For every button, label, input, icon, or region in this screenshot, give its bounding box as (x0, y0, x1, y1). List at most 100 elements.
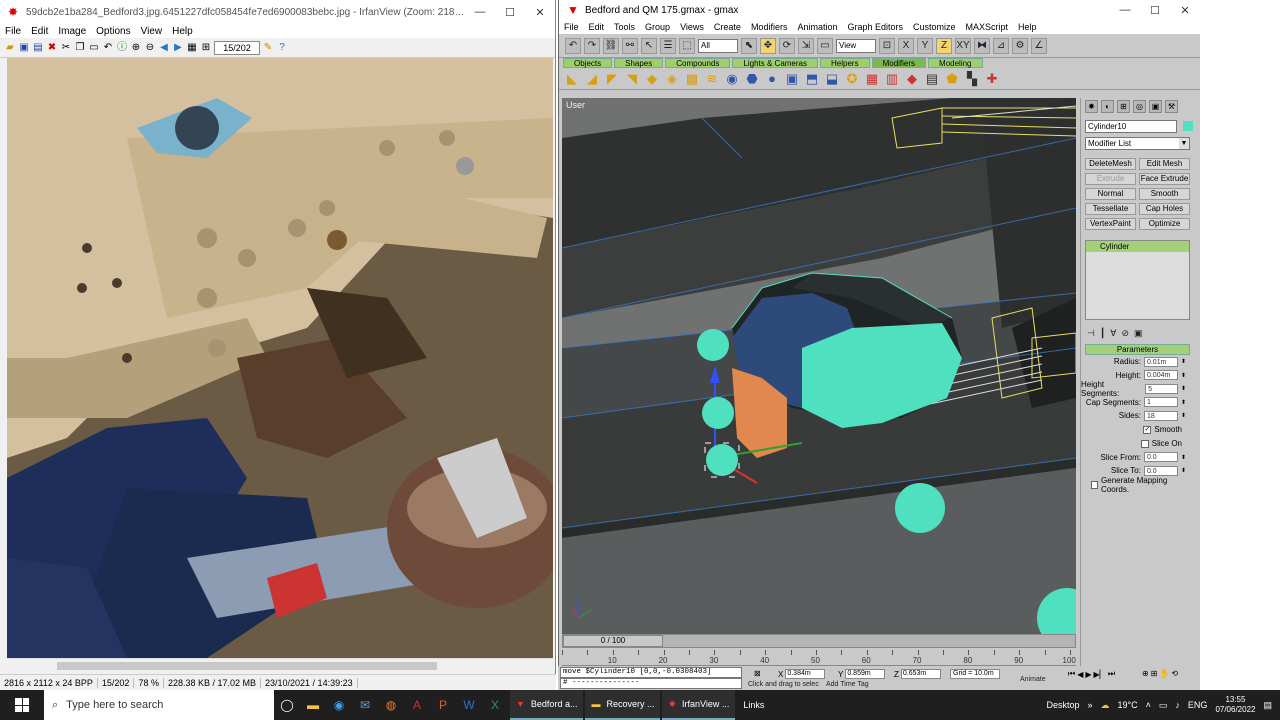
taskbar-window-irfanview[interactable]: ✸ IrfanView ... (662, 690, 736, 720)
configure-sets-icon[interactable]: ▣ (1134, 328, 1143, 338)
menu-edit[interactable]: Edit (26, 26, 53, 37)
cap-holes-button[interactable]: Cap Holes (1139, 203, 1190, 215)
mesh-select-icon[interactable]: ⬣ (745, 71, 759, 86)
gmax-menu-tools[interactable]: Tools (609, 22, 640, 32)
angle-snap-icon[interactable]: ∠ (1031, 37, 1047, 54)
checker-icon[interactable]: ▚ (965, 71, 979, 86)
settings-icon[interactable]: ✎ (262, 42, 274, 54)
select-icon[interactable]: ↖ (641, 37, 657, 54)
gen-mapping-checkbox[interactable] (1091, 480, 1099, 489)
selection-filter-dropdown[interactable]: All (698, 38, 738, 53)
cap-segments-spinner-icon[interactable]: ⬍ (1181, 399, 1186, 406)
height-spinner-icon[interactable]: ⬍ (1181, 372, 1186, 379)
horizontal-scrollbar[interactable] (7, 658, 553, 672)
redo-icon[interactable]: ↷ (584, 37, 600, 54)
twist-icon[interactable]: ◤ (605, 71, 619, 86)
undo-icon[interactable]: ↶ (565, 37, 581, 54)
region-select-icon[interactable]: ⬚ (679, 37, 695, 54)
lathe-icon[interactable]: ⬓ (825, 71, 839, 86)
tessellate-icon[interactable]: ▦ (865, 71, 879, 86)
minimize-button[interactable]: — (465, 6, 495, 18)
excel-icon[interactable]: X (482, 690, 508, 720)
tray-chevron-up-icon[interactable]: ˄ (1146, 700, 1151, 710)
task-view-icon[interactable]: ◯ (274, 690, 300, 720)
gmax-menu-graph-editors[interactable]: Graph Editors (842, 22, 908, 32)
time-slider[interactable]: 0 / 100 (563, 635, 663, 647)
mail-icon[interactable]: ✉ (352, 690, 378, 720)
coord-y-field[interactable]: 0.859m (845, 669, 886, 679)
link-icon[interactable]: ⛓ (603, 37, 619, 54)
next-icon[interactable]: ▶ (172, 42, 184, 54)
gmax-menu-create[interactable]: Create (709, 22, 746, 32)
sphere-icon[interactable]: ● (765, 71, 779, 86)
stack-item-cylinder[interactable]: Cylinder (1086, 241, 1189, 252)
tab-helpers[interactable]: Helpers (820, 58, 870, 68)
animate-button[interactable]: Animate (1020, 676, 1046, 683)
menu-view[interactable]: View (136, 26, 168, 37)
paste-icon[interactable]: ▭ (88, 42, 100, 54)
show-hidden-icon[interactable]: » (1088, 700, 1093, 710)
object-name-field[interactable]: Cylinder10 (1085, 120, 1177, 133)
extrude-button[interactable]: Extrude (1085, 173, 1136, 185)
show-end-result-icon[interactable]: ┃ (1100, 328, 1105, 338)
tab-lights-cameras[interactable]: Lights & Cameras (732, 58, 818, 68)
axis-x-icon[interactable]: X (898, 37, 914, 54)
prev-frame-icon[interactable]: ◀ (1077, 670, 1083, 679)
maxscript-input-line[interactable]: # --------------- (560, 678, 742, 689)
snap-icon[interactable]: ⚙ (1012, 37, 1028, 54)
maxscript-listener-line[interactable]: move $Cylinder10 [0,0,-0.0308403] (560, 667, 742, 678)
pan-icon[interactable]: ✋ (1159, 669, 1169, 678)
slideshow-icon[interactable]: ▦ (186, 42, 198, 54)
height-segments-spinner-icon[interactable]: ⬍ (1181, 385, 1186, 392)
taskbar-window-gmax[interactable]: ▼ Bedford a... (510, 690, 584, 720)
squash-icon[interactable]: ▭ (817, 37, 833, 54)
network-icon[interactable]: ▭ (1159, 700, 1168, 711)
menu-image[interactable]: Image (53, 26, 91, 37)
rotate-icon[interactable]: ⟳ (779, 37, 795, 54)
tab-shapes[interactable]: Shapes (614, 58, 664, 68)
previous-icon[interactable]: ◀ (158, 42, 170, 54)
select-object-icon[interactable]: ⬉ (741, 37, 757, 54)
vertexpaint-button[interactable]: VertexPaint (1085, 218, 1136, 230)
thumbnails-icon[interactable]: ⊞ (200, 42, 212, 54)
firefox-icon[interactable]: ◍ (378, 690, 404, 720)
gmax-menu-file[interactable]: File (559, 22, 584, 32)
remove-modifier-icon[interactable]: ⊘ (1121, 328, 1129, 338)
taskbar-desktop-toolbar[interactable]: Desktop (1046, 700, 1079, 710)
optimize-icon[interactable]: ✪ (845, 71, 859, 86)
menu-help[interactable]: Help (167, 26, 198, 37)
notifications-icon[interactable]: ▤ (1263, 700, 1272, 711)
uvw-map-icon[interactable]: ◉ (725, 71, 739, 86)
material-icon[interactable]: ⬟ (945, 71, 959, 86)
edit-mesh-button[interactable]: Edit Mesh (1139, 158, 1190, 170)
gmax-menu-help[interactable]: Help (1013, 22, 1042, 32)
normal-icon[interactable]: ▤ (925, 71, 939, 86)
normal-button[interactable]: Normal (1085, 188, 1136, 200)
smooth-button[interactable]: Smooth (1139, 188, 1190, 200)
coord-x-field[interactable]: 0.384m (785, 669, 826, 679)
zoom-out-icon[interactable]: ⊖ (144, 42, 156, 54)
parameters-rollout[interactable]: Parameters (1085, 344, 1190, 355)
wave-icon[interactable]: ≋ (705, 71, 719, 86)
gmax-titlebar[interactable]: ▼ Bedford and QM 175.gmax - gmax — ☐ ✕ (559, 0, 1200, 20)
modifier-list-dropdown[interactable]: Modifier List ▼ (1085, 137, 1190, 150)
edge-icon[interactable]: ◉ (326, 690, 352, 720)
copy-icon[interactable]: ❐ (74, 42, 86, 54)
page-number-field[interactable]: 15/202 (214, 40, 260, 55)
deletemesh-button[interactable]: DeleteMesh (1085, 158, 1136, 170)
pivot-icon[interactable]: ⊡ (879, 37, 895, 54)
goto-start-icon[interactable]: ⏮ (1068, 669, 1075, 679)
file-explorer-icon[interactable]: ▬ (300, 690, 326, 720)
scrollbar-thumb[interactable] (57, 662, 437, 670)
radius-spinner-icon[interactable]: ⬍ (1181, 358, 1186, 365)
save-as-icon[interactable]: ▤ (32, 42, 44, 54)
pin-stack-icon[interactable]: ⊣ (1087, 328, 1095, 338)
hierarchy-tab-icon[interactable]: ⊞ (1117, 100, 1130, 113)
volume-icon[interactable]: ♪ (1175, 700, 1180, 710)
help-icon[interactable]: ? (276, 42, 288, 54)
next-frame-icon[interactable]: ▶▏ (1094, 670, 1106, 679)
ffd-icon[interactable]: ◈ (665, 71, 679, 86)
scale-icon[interactable]: ⇲ (798, 37, 814, 54)
height-segments-field[interactable]: 5 (1145, 383, 1178, 394)
powerpoint-icon[interactable]: P (430, 690, 456, 720)
